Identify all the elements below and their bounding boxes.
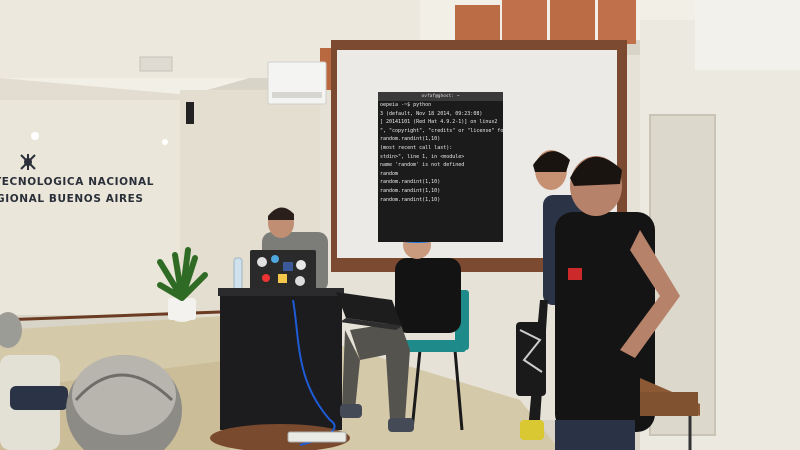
terminal-line: 3 (default, Nov 18 2014, 09:23:08)	[380, 110, 483, 117]
shopping-bag	[516, 322, 546, 396]
terminal-line: oepeia -~$ python	[380, 102, 432, 108]
wall-sign-line-2: GIONAL BUENOS AIRES	[0, 193, 144, 205]
ceiling-light-2	[162, 139, 168, 145]
right-wall-upper	[695, 0, 800, 70]
terminal-line: stdin>", line 1, in <module>	[380, 153, 465, 160]
podium	[220, 290, 342, 430]
terminal-line: name 'random' is not defined	[380, 162, 465, 169]
terminal-line: ", "copyright", "credits" or "license" f…	[380, 127, 503, 134]
terminal-line: random.randint(1,10)	[380, 136, 441, 143]
photo-scene: TECNOLOGICA NACIONAL GIONAL BUENOS AIRES…	[0, 0, 800, 450]
terminal-window: ovfaf@ghost: ~ oepeia -~$ python 3 (defa…	[378, 92, 503, 242]
terminal-line: random.randint(1,10)	[380, 179, 441, 186]
terminal-line: random.randint(1,10)	[380, 187, 441, 194]
ceiling-light-1	[31, 132, 39, 140]
water-bottle	[233, 257, 243, 291]
terminal-line: random.randint(1,10)	[380, 196, 441, 203]
wood-block-8	[598, 0, 636, 44]
speaker	[186, 102, 194, 124]
terminal-line: (most recent call last):	[380, 144, 453, 151]
air-conditioner-vent	[272, 92, 322, 98]
wall-sign-line-1: TECNOLOGICA NACIONAL	[0, 176, 155, 188]
terminal-line: ] 20141101 (Red Hat 4.9.2-1)] on linux2	[380, 119, 498, 126]
terminal-line: random	[380, 170, 399, 177]
power-strip	[287, 431, 347, 443]
podium-top	[218, 288, 344, 296]
ceiling-vent	[139, 56, 173, 72]
terminal-title: ovfaf@ghost: ~	[378, 92, 503, 101]
